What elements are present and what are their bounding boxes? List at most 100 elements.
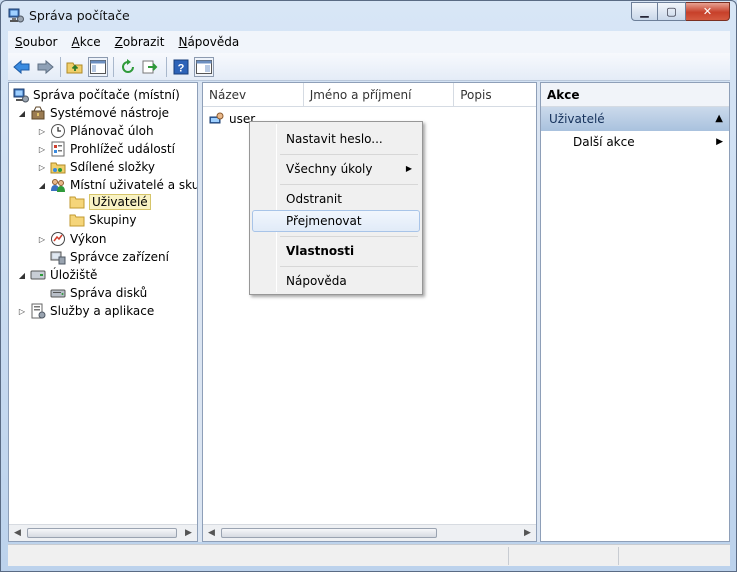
tree-item-shared-folders[interactable]: ▷ Sdílené složky	[37, 158, 155, 176]
tree-item-performance[interactable]: ▷ Výkon	[37, 230, 106, 248]
menu-separator	[280, 184, 418, 185]
expand-icon[interactable]: ▷	[37, 127, 47, 136]
menu-item-label: Všechny úkoly	[286, 162, 373, 176]
list-column-headers: Název Jméno a příjmení Popis	[203, 83, 536, 107]
scrollbar-thumb[interactable]	[221, 528, 437, 538]
menu-help[interactable]: Nápověda	[171, 35, 246, 49]
folder-icon	[69, 214, 85, 227]
menu-item-rename[interactable]: Přejmenovat	[252, 210, 420, 232]
tree-item-task-scheduler[interactable]: ▷ Plánovač úloh	[37, 122, 154, 140]
tree-item-device-manager[interactable]: Správce zařízení	[50, 248, 169, 266]
collapse-icon[interactable]: ◢	[17, 109, 27, 118]
menu-item-set-password[interactable]: Nastavit heslo...	[252, 128, 420, 150]
menu-item-all-tasks[interactable]: Všechny úkoly ▶	[252, 158, 420, 180]
menu-item-help[interactable]: Nápověda	[252, 270, 420, 292]
column-full-name[interactable]: Jméno a příjmení	[304, 83, 455, 107]
submenu-arrow-icon: ▶	[716, 137, 723, 147]
minimize-button[interactable]: ▁	[631, 2, 658, 21]
scroll-right-icon[interactable]: ▶	[519, 525, 536, 541]
status-bar-divider	[618, 547, 619, 565]
action-pane-icon	[196, 59, 212, 74]
console-tree[interactable]: Správa počítače (místní) ◢ Systémové nás…	[8, 82, 198, 542]
action-more-actions[interactable]: Další akce ▶	[541, 131, 729, 153]
tree-item-local-users-groups[interactable]: ◢ Místní uživatelé a skupiny	[37, 176, 198, 194]
scroll-left-icon[interactable]: ◀	[203, 525, 220, 541]
menu-item-properties[interactable]: Vlastnosti	[252, 240, 420, 262]
up-level-button[interactable]	[65, 57, 85, 77]
actions-section-users[interactable]: Uživatelé ▲	[541, 107, 729, 131]
tree-label: Místní uživatelé a skupiny	[70, 178, 198, 192]
close-icon: ✕	[702, 5, 713, 18]
tree-label: Služby a aplikace	[50, 304, 155, 318]
column-description[interactable]: Popis	[454, 83, 536, 107]
menu-action-label: kce	[79, 35, 101, 49]
menu-file-label: oubor	[22, 35, 58, 49]
maximize-button[interactable]: ▢	[658, 2, 686, 21]
tree-item-root[interactable]: Správa počítače (místní)	[13, 86, 180, 104]
list-horizontal-scrollbar[interactable]: ◀ ▶	[203, 524, 536, 541]
menu-view[interactable]: Zobrazit	[108, 35, 172, 49]
show-action-pane-button[interactable]	[194, 56, 214, 77]
collapse-icon[interactable]: ◢	[17, 271, 27, 280]
scroll-right-icon[interactable]: ▶	[180, 525, 197, 541]
export-list-button[interactable]	[141, 57, 161, 77]
menu-separator	[280, 154, 418, 155]
expand-icon[interactable]: ▷	[17, 307, 27, 316]
menu-action[interactable]: Akce	[64, 35, 107, 49]
tree-label: Skupiny	[89, 213, 137, 227]
performance-icon	[51, 232, 65, 246]
submenu-arrow-icon: ▶	[405, 164, 412, 173]
menu-item-delete[interactable]: Odstranit	[252, 188, 420, 210]
menu-file[interactable]: Soubor	[8, 35, 64, 49]
svg-text:?: ?	[178, 62, 185, 74]
tree-item-storage[interactable]: ◢ Úložiště	[17, 266, 98, 284]
storage-icon	[30, 270, 46, 280]
actions-header: Akce	[541, 83, 729, 107]
back-button[interactable]	[12, 57, 32, 77]
tree-item-event-viewer[interactable]: ▷ Prohlížeč událostí	[37, 140, 175, 158]
close-button[interactable]: ✕	[686, 2, 730, 21]
refresh-button[interactable]	[118, 57, 138, 77]
expand-icon[interactable]: ▷	[37, 163, 47, 172]
collapse-icon[interactable]: ◢	[37, 181, 47, 190]
refresh-icon	[122, 58, 134, 73]
expand-icon[interactable]: ▷	[37, 145, 47, 154]
tree-item-disk-management[interactable]: Správa disků	[50, 284, 147, 302]
collapse-section-icon[interactable]: ▲	[715, 107, 723, 131]
tree-label: Prohlížeč událostí	[70, 142, 175, 156]
tree-label: Uživatelé	[89, 194, 151, 210]
device-manager-icon	[50, 251, 66, 265]
help-button[interactable]: ?	[171, 57, 191, 77]
services-icon	[31, 303, 46, 319]
scrollbar-thumb[interactable]	[27, 528, 177, 538]
window-controls: ▁ ▢ ✕	[631, 2, 730, 21]
tree-label: Sdílené složky	[70, 160, 155, 174]
scroll-left-icon[interactable]: ◀	[9, 525, 26, 541]
shared-folder-icon	[50, 162, 66, 174]
tools-icon	[31, 106, 45, 120]
menu-view-accel: Z	[114, 35, 123, 49]
tree-label: Správa počítače (místní)	[33, 88, 180, 102]
computer-management-icon	[8, 8, 24, 23]
arrow-right-icon	[37, 59, 54, 74]
menu-action-accel: A	[71, 35, 80, 49]
show-hide-tree-button[interactable]	[88, 56, 108, 77]
window-title: Správa počítače	[29, 8, 130, 23]
user-account-icon	[209, 112, 224, 124]
tree-label: Úložiště	[50, 268, 98, 282]
users-group-icon	[51, 179, 65, 192]
tree-item-groups[interactable]: Skupiny	[69, 211, 136, 229]
expand-icon[interactable]: ▷	[37, 235, 47, 244]
forward-button[interactable]	[35, 57, 55, 77]
tree-horizontal-scrollbar[interactable]: ◀ ▶	[9, 524, 197, 541]
tree-item-services-apps[interactable]: ▷ Služby a aplikace	[17, 302, 154, 320]
tree-item-system-tools[interactable]: ◢ Systémové nástroje	[17, 104, 169, 122]
menu-view-label: obrazit	[122, 35, 165, 49]
column-name[interactable]: Název	[203, 83, 304, 107]
menu-help-label: ápověda	[187, 35, 240, 49]
event-log-icon	[51, 141, 65, 157]
tree-item-users[interactable]: Uživatelé	[69, 193, 151, 211]
tree-label: Systémové nástroje	[50, 106, 170, 120]
status-bar-divider	[508, 547, 509, 565]
maximize-icon: ▢	[666, 5, 677, 18]
